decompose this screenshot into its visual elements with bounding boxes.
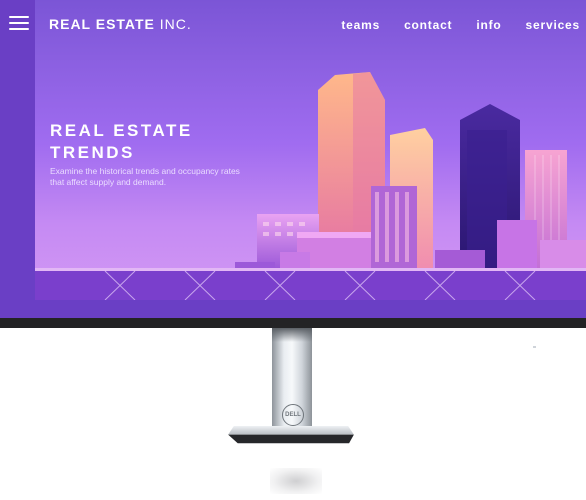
brand-logo[interactable]: REAL ESTATE INC. <box>49 16 192 32</box>
nav-link-contact[interactable]: contact <box>404 18 452 32</box>
hero-section: REAL ESTATE INC. teams contact info serv… <box>35 0 586 320</box>
hero-subtitle: Examine the historical trends and occupa… <box>50 166 240 187</box>
top-navigation: teams contact info services <box>341 18 580 32</box>
hamburger-menu-icon[interactable] <box>9 16 29 32</box>
nav-link-info[interactable]: info <box>476 18 501 32</box>
power-indicator-icon <box>533 346 536 348</box>
dell-logo-icon: DELL <box>282 404 304 426</box>
stand-base-shadow <box>270 468 322 494</box>
nav-link-services[interactable]: services <box>526 18 580 32</box>
monitor-screen: REAL ESTATE INC. teams contact info serv… <box>0 0 586 320</box>
hero-title: REAL ESTATE TRENDS <box>50 121 193 162</box>
brand-name-bold: REAL ESTATE <box>49 16 155 32</box>
monitor-bottom-bezel <box>0 318 586 328</box>
sidebar <box>0 0 35 320</box>
nav-link-teams[interactable]: teams <box>341 18 380 32</box>
brand-name-light: INC. <box>159 16 192 32</box>
monitor-stand-base <box>228 426 354 444</box>
stand-neck-shadow <box>272 328 312 342</box>
